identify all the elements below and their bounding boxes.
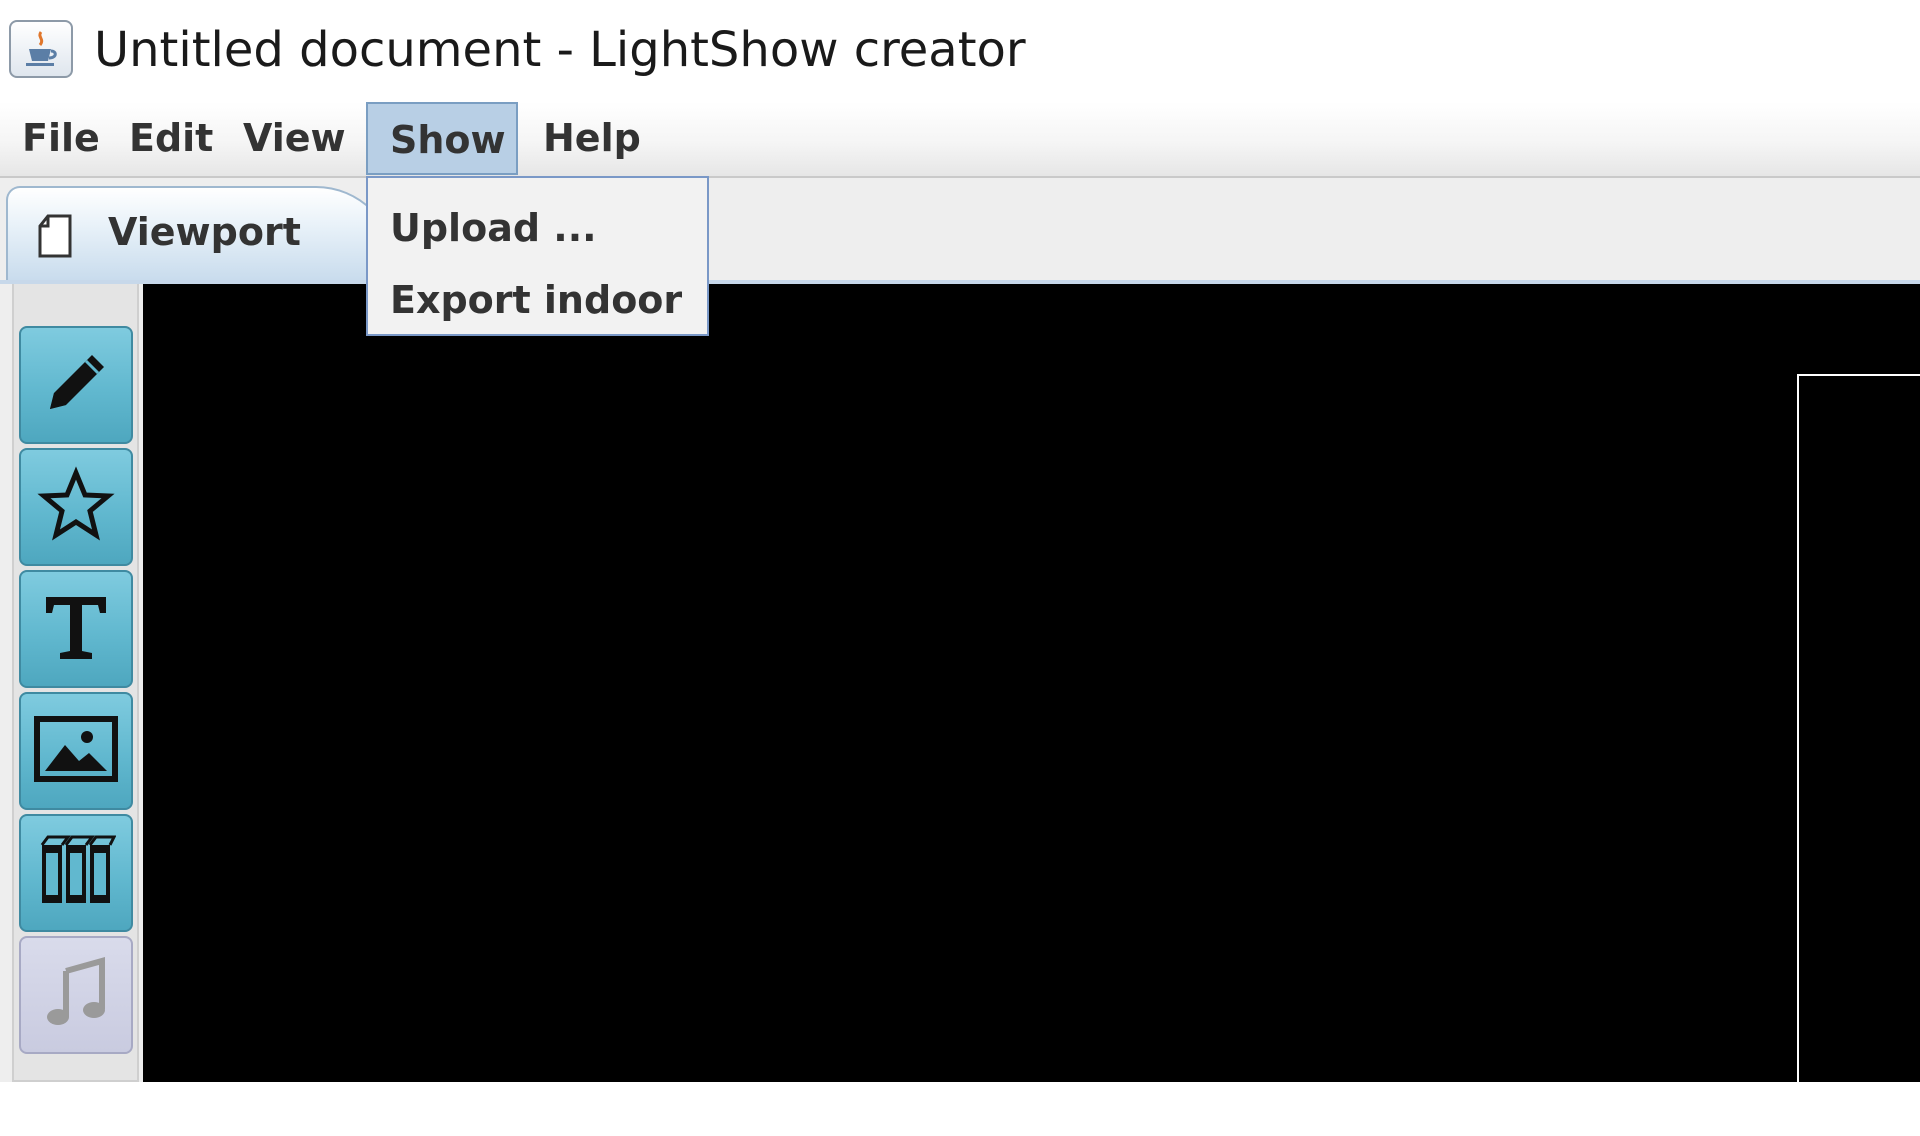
tool-palette	[12, 284, 139, 1082]
frame-outline	[1797, 374, 1920, 1136]
menu-edit[interactable]: Edit	[107, 102, 235, 175]
title-bar: Untitled document - LightShow creator	[0, 0, 1920, 102]
menu-file[interactable]: File	[0, 102, 122, 175]
menu-view[interactable]: View	[221, 102, 368, 175]
menu-show[interactable]: Show	[366, 102, 518, 175]
tab-viewport[interactable]: Viewport	[6, 186, 396, 280]
music-tool-button[interactable]	[19, 936, 133, 1054]
text-icon	[36, 587, 116, 671]
menu-item-upload[interactable]: Upload ...	[368, 192, 707, 264]
star-icon	[36, 465, 116, 549]
window-title: Untitled document - LightShow creator	[94, 22, 1026, 78]
film-tool-button[interactable]	[19, 814, 133, 932]
image-icon	[33, 709, 119, 793]
image-tool-button[interactable]	[19, 692, 133, 810]
menu-bar: File Edit View Show Help	[0, 102, 1920, 178]
main-content	[0, 284, 1920, 1136]
show-dropdown-menu: Upload ... Export indoor	[366, 176, 709, 336]
text-tool-button[interactable]	[19, 570, 133, 688]
film-strip-icon	[36, 831, 117, 915]
viewport-canvas[interactable]	[143, 284, 1920, 1136]
music-note-icon	[36, 953, 116, 1037]
tab-viewport-label: Viewport	[108, 210, 301, 254]
pencil-tool-button[interactable]	[19, 326, 133, 444]
java-coffee-cup-icon[interactable]	[9, 20, 73, 78]
menu-item-export-indoor[interactable]: Export indoor	[368, 264, 707, 336]
pencil-icon	[36, 343, 116, 427]
tab-strip: Viewport	[0, 178, 1920, 284]
document-icon	[38, 214, 72, 262]
star-tool-button[interactable]	[19, 448, 133, 566]
menu-help[interactable]: Help	[521, 102, 663, 175]
